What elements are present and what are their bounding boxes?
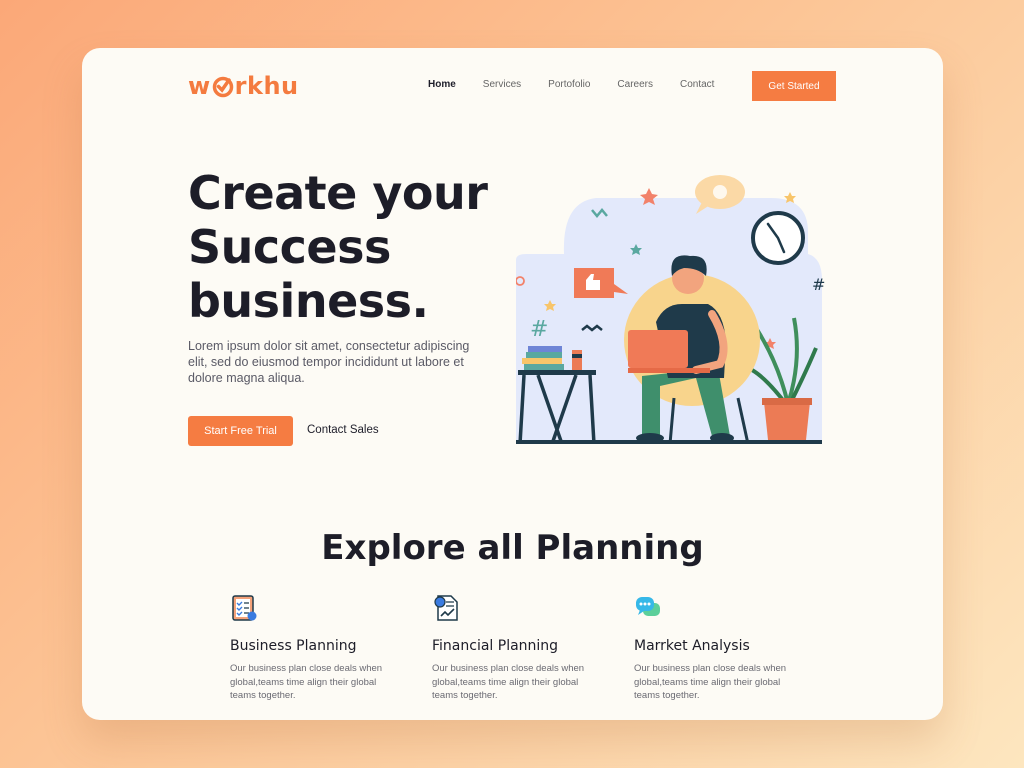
feature-title: Marrket Analysis [634, 638, 750, 654]
check-o-icon [212, 76, 233, 98]
hero-title-line-1: Create your [188, 166, 488, 220]
feature-title: Business Planning [230, 638, 357, 654]
nav-services[interactable]: Services [483, 79, 521, 90]
get-started-button[interactable]: Get Started [752, 71, 836, 101]
logo-rest: rkhu [234, 72, 299, 100]
start-free-trial-button[interactable]: Start Free Trial [188, 416, 293, 446]
hero-description: Lorem ipsum dolor sit amet, consectetur … [188, 339, 470, 385]
hero-title: Create your Success business. [188, 166, 508, 328]
hero-title-line-3: business. [188, 274, 429, 328]
feature-title: Financial Planning [432, 638, 559, 654]
section-title: Explore all Planning [321, 528, 704, 568]
feature-business-planning[interactable]: Business Planning Our business plan clos… [230, 594, 400, 703]
contact-sales-link[interactable]: Contact Sales [307, 424, 379, 436]
logo-w: w [188, 72, 211, 100]
svg-text:#: # [530, 317, 548, 342]
nav-careers[interactable]: Careers [617, 79, 653, 90]
brand-logo[interactable]: w rkhu [188, 72, 299, 100]
nav-portfolio[interactable]: Portofolio [548, 79, 590, 90]
person-working-on-laptop-illustration: # # [516, 175, 825, 444]
checklist-icon [232, 595, 257, 621]
feature-text: Our business plan close deals when globa… [634, 663, 787, 701]
feature-text: Our business plan close deals when globa… [432, 663, 585, 701]
nav-contact[interactable]: Contact [680, 79, 714, 90]
feature-market-analysis[interactable]: Marrket Analysis Our business plan close… [634, 594, 804, 703]
svg-text:#: # [812, 275, 825, 294]
feature-financial-planning[interactable]: Financial Planning Our business plan clo… [432, 594, 602, 703]
nav-home[interactable]: Home [428, 79, 456, 90]
financial-document-icon [434, 595, 458, 621]
hero-title-line-2: Success [188, 220, 391, 274]
chat-bubbles-icon [636, 597, 660, 616]
feature-text: Our business plan close deals when globa… [230, 663, 383, 701]
landing-card: w rkhu Home Services Portofolio Careers … [82, 48, 943, 720]
main-nav: Home Services Portofolio Careers Contact [428, 79, 741, 90]
